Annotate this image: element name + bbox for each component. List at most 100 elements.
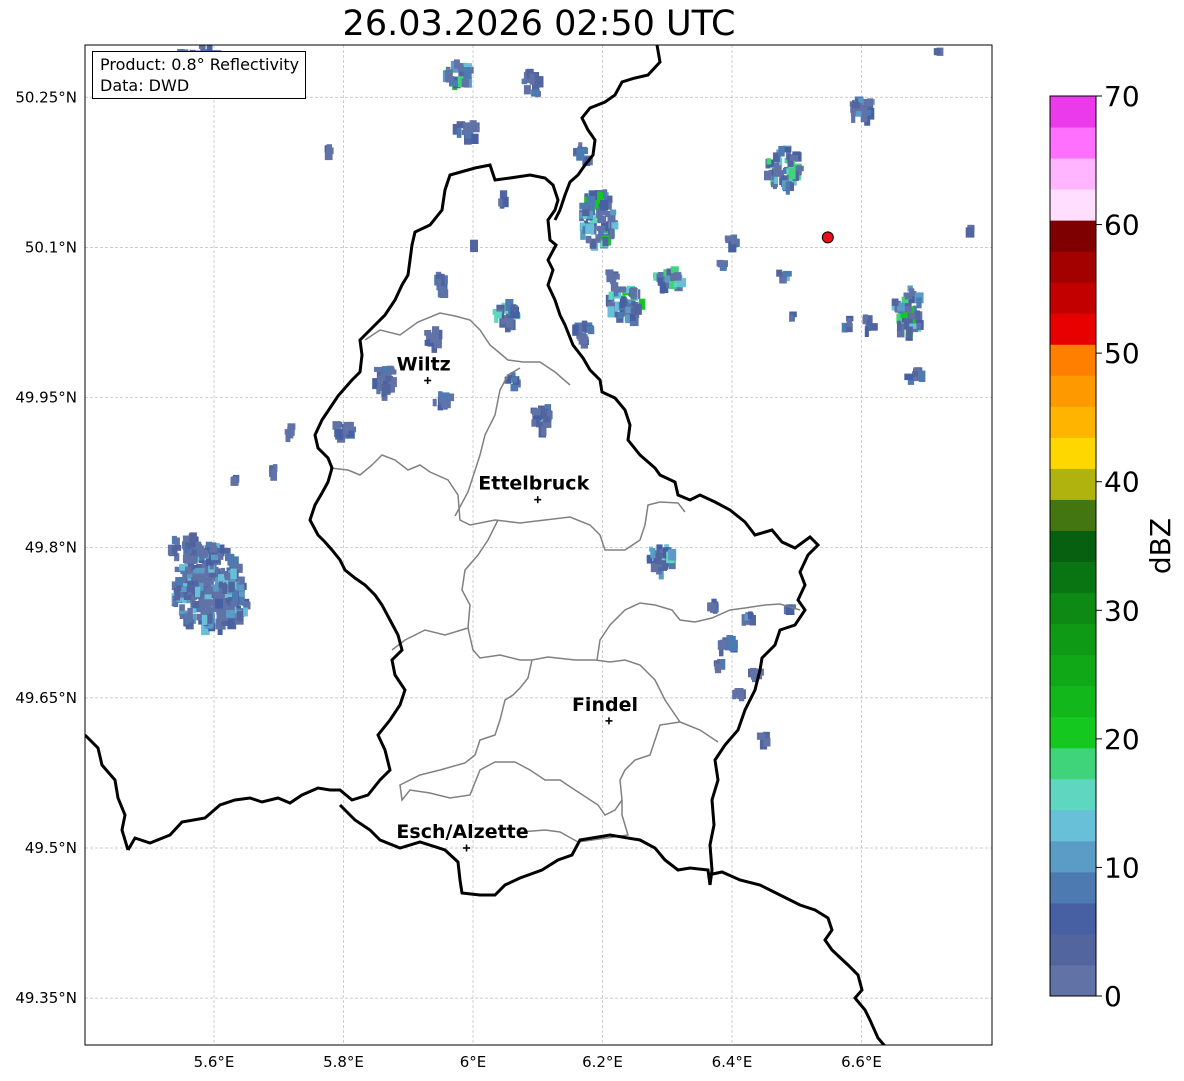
echo-pixel bbox=[289, 428, 295, 436]
echo-pixel bbox=[227, 554, 235, 566]
colorbar-segment bbox=[1050, 561, 1096, 594]
colorbar-label: dBZ bbox=[1144, 518, 1177, 574]
echo-pixel bbox=[436, 278, 442, 291]
echo-pixel bbox=[532, 408, 541, 416]
echo-pixel bbox=[669, 281, 674, 290]
echo-pixel bbox=[458, 64, 464, 72]
echo-pixel bbox=[617, 286, 627, 293]
echo-pixel bbox=[210, 542, 217, 552]
echo-pixel bbox=[332, 421, 341, 430]
echo-pixel bbox=[335, 429, 343, 440]
echo-pixel bbox=[609, 209, 617, 216]
echo-pixel bbox=[608, 291, 614, 300]
colorbar-segment bbox=[1050, 654, 1096, 687]
colorbar-segment bbox=[1050, 220, 1096, 252]
radar-echoes bbox=[167, 45, 975, 750]
echo-pixel bbox=[716, 259, 724, 267]
echo-pixel bbox=[342, 427, 349, 435]
colorbar-segment bbox=[1050, 871, 1096, 904]
echo-pixel bbox=[766, 158, 772, 165]
echo-pixel bbox=[730, 234, 738, 245]
echo-pixel bbox=[198, 45, 206, 49]
lat-tick-label: 50.1°N bbox=[25, 238, 77, 256]
district-border bbox=[467, 627, 719, 743]
echo-pixel bbox=[381, 384, 391, 395]
echo-pixel bbox=[531, 89, 540, 97]
echo-pixel bbox=[862, 314, 869, 320]
echo-pixel bbox=[174, 590, 181, 601]
echo-pixel bbox=[391, 377, 397, 388]
echo-pixel bbox=[543, 416, 551, 423]
echo-pixel bbox=[389, 369, 397, 375]
city-marker bbox=[463, 844, 471, 852]
lon-tick-label: 5.8°E bbox=[323, 1053, 364, 1071]
echo-pixel bbox=[432, 398, 437, 407]
data-source-label: Data: DWD bbox=[100, 76, 190, 95]
colorbar-tick-label: 40 bbox=[1104, 466, 1140, 499]
colorbar-tick-label: 10 bbox=[1104, 851, 1140, 884]
echo-pixel bbox=[916, 297, 922, 309]
echo-pixel bbox=[729, 641, 738, 652]
echo-pixel bbox=[596, 225, 606, 231]
echo-pixel bbox=[734, 688, 744, 698]
colorbar-segment bbox=[1050, 282, 1096, 314]
echo-pixel bbox=[614, 273, 620, 280]
echo-pixel bbox=[915, 310, 920, 319]
echo-pixel bbox=[607, 306, 615, 318]
colorbar-segment bbox=[1050, 406, 1096, 438]
echo-pixel bbox=[175, 577, 183, 588]
echo-pixel bbox=[272, 464, 278, 473]
echo-pixel bbox=[456, 127, 462, 138]
echo-pixel bbox=[232, 591, 239, 603]
echo-pixel bbox=[201, 614, 208, 626]
echo-pixel bbox=[529, 73, 535, 85]
echo-pixel bbox=[586, 196, 596, 207]
colorbar-tick-label: 20 bbox=[1104, 723, 1140, 756]
echo-pixel bbox=[581, 334, 588, 344]
echo-pixel bbox=[374, 366, 383, 372]
colorbar-segment bbox=[1050, 747, 1096, 780]
colorbar-segment bbox=[1050, 964, 1096, 997]
colorbar-segment bbox=[1050, 375, 1096, 407]
luxembourg-border bbox=[338, 803, 712, 897]
colorbar-segment bbox=[1050, 313, 1096, 345]
echo-pixel bbox=[204, 586, 214, 595]
colorbar-segment bbox=[1050, 127, 1096, 159]
colorbar-segment bbox=[1050, 902, 1096, 935]
colorbar-segment bbox=[1050, 623, 1096, 656]
colorbar-segment bbox=[1050, 344, 1096, 376]
city-label: Findel bbox=[572, 694, 638, 716]
echo-pixel bbox=[747, 611, 753, 620]
echo-pixel bbox=[511, 377, 518, 383]
colorbar-segment bbox=[1050, 499, 1096, 531]
echo-pixel bbox=[243, 607, 248, 617]
echo-pixel bbox=[463, 67, 472, 79]
echo-pixel bbox=[461, 78, 469, 88]
echo-pixel bbox=[227, 619, 234, 628]
echo-pixel bbox=[918, 370, 926, 382]
echo-pixel bbox=[600, 199, 609, 211]
echo-pixel bbox=[782, 270, 792, 277]
echo-pixel bbox=[585, 235, 592, 244]
echo-pixel bbox=[222, 583, 228, 594]
city-label: Wiltz bbox=[397, 354, 451, 376]
echo-pixel bbox=[215, 598, 223, 609]
echo-pixel bbox=[595, 234, 601, 243]
echo-pixel bbox=[230, 568, 237, 580]
echo-pixel bbox=[773, 165, 782, 177]
echo-pixel bbox=[609, 228, 614, 240]
product-label: Product: 0.8° Reflectivity bbox=[100, 55, 300, 74]
echo-pixel bbox=[197, 573, 206, 583]
echo-pixel bbox=[217, 553, 224, 560]
echo-pixel bbox=[171, 545, 177, 555]
echo-pixel bbox=[657, 277, 663, 286]
echo-pixel bbox=[773, 176, 779, 184]
echo-pixel bbox=[611, 221, 619, 230]
colorbar-tick-label: 50 bbox=[1104, 337, 1140, 370]
echo-pixel bbox=[891, 298, 899, 306]
city-marker bbox=[534, 496, 542, 504]
echo-pixel bbox=[866, 109, 872, 116]
colorbar-tick-label: 70 bbox=[1104, 80, 1140, 113]
district-border bbox=[329, 454, 686, 551]
lon-tick-label: 5.6°E bbox=[194, 1053, 235, 1071]
